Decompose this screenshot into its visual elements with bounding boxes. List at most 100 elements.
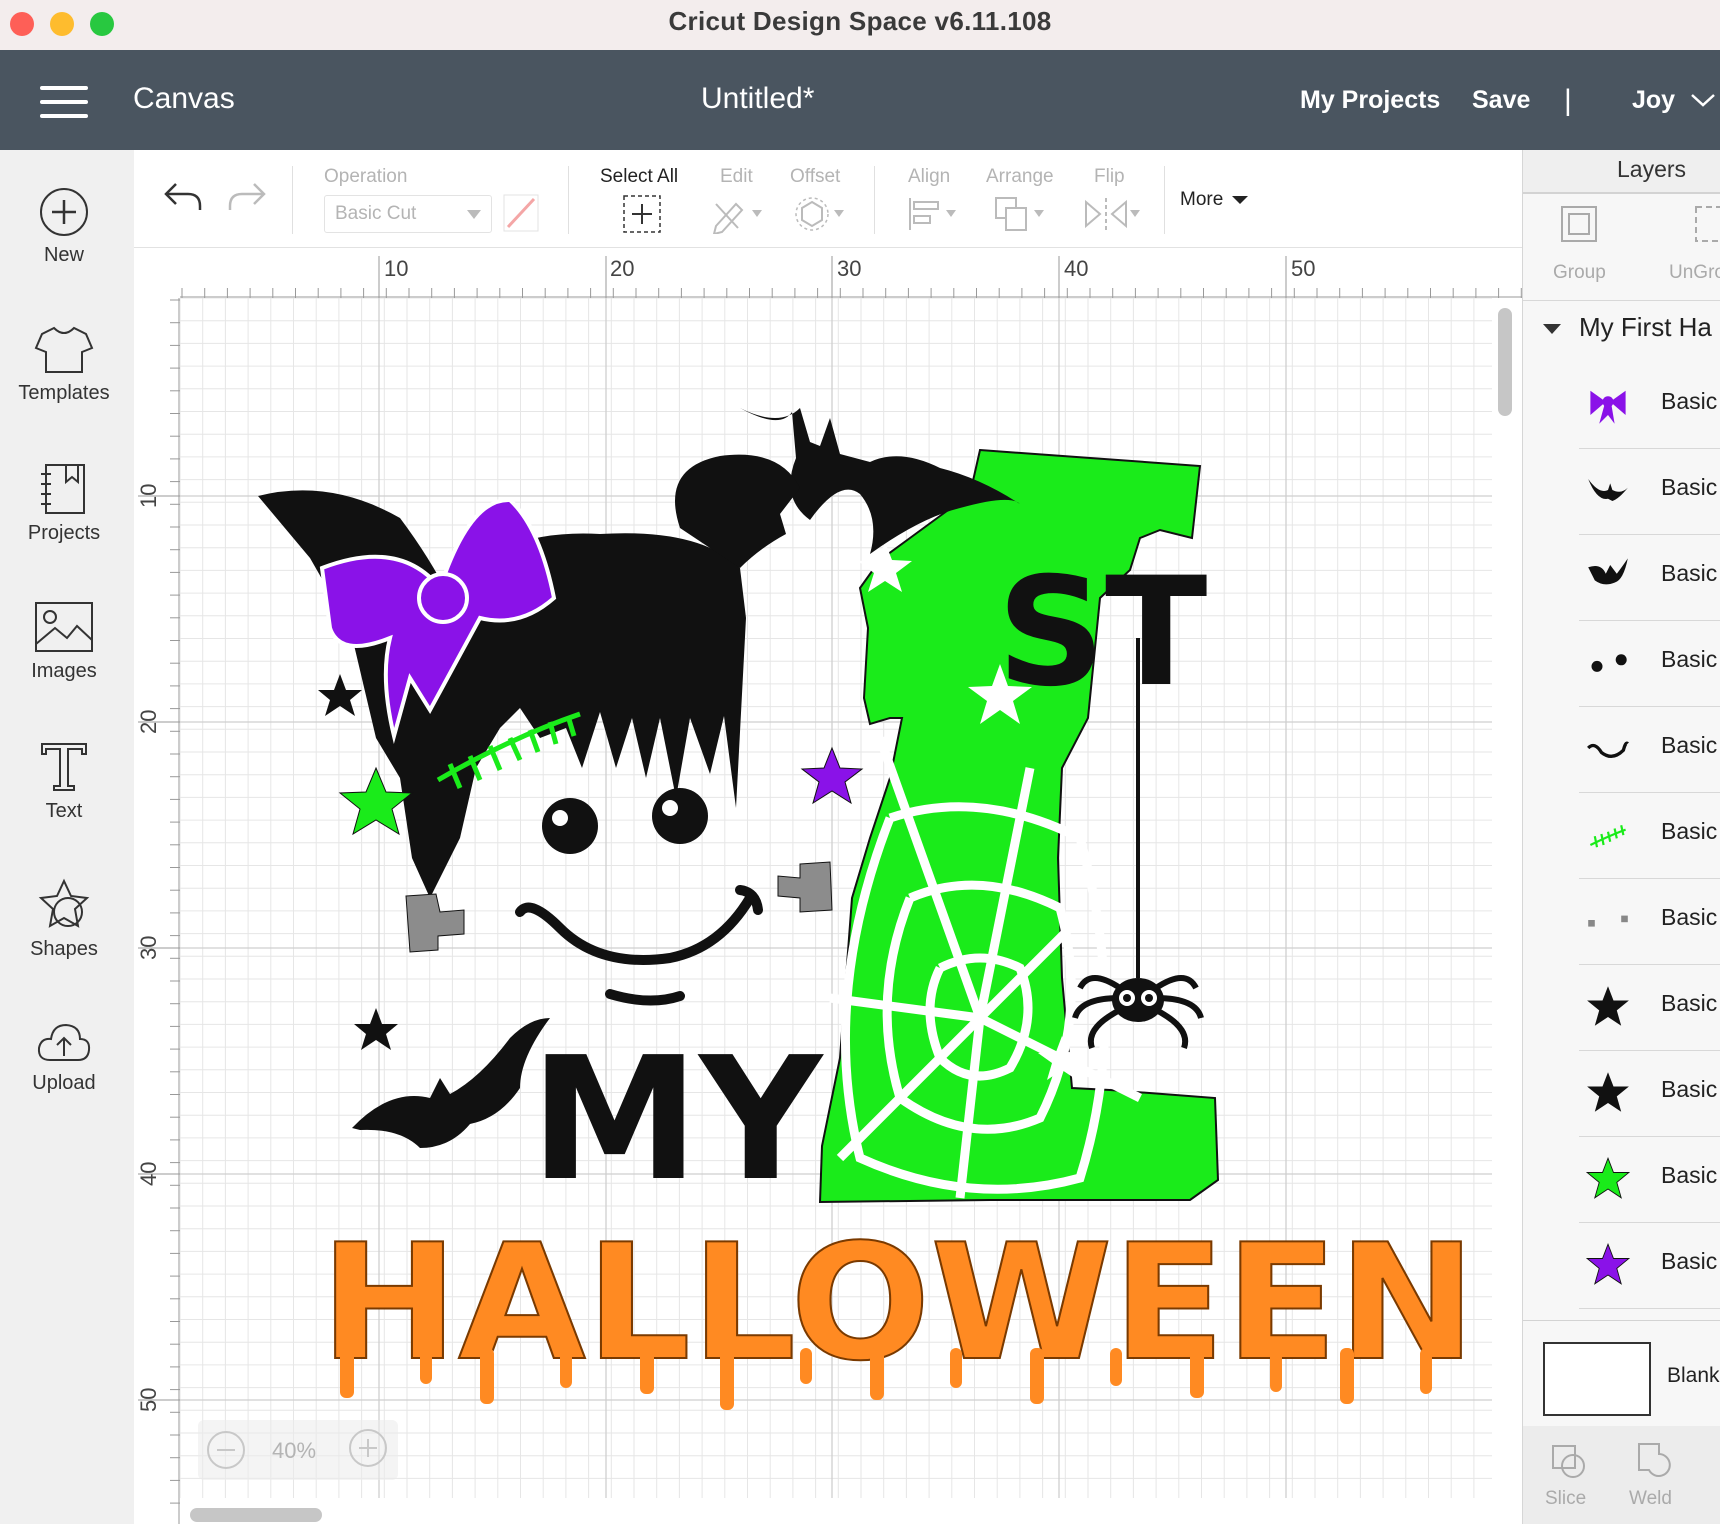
notebook-icon bbox=[41, 464, 85, 514]
sidebar-item-projects[interactable]: Projects bbox=[0, 462, 128, 545]
arrange-icon[interactable] bbox=[992, 194, 1048, 234]
layer-label: Basic bbox=[1661, 990, 1718, 1016]
layer-row[interactable]: Basic bbox=[1579, 1050, 1720, 1137]
document-title[interactable]: Untitled* bbox=[701, 82, 814, 116]
group-icon[interactable] bbox=[1559, 204, 1599, 244]
sidebar-item-new[interactable]: New bbox=[0, 186, 128, 267]
linetype-color-swatch[interactable] bbox=[502, 193, 540, 233]
layer-group-name[interactable]: My First Ha bbox=[1579, 312, 1712, 343]
layer-row[interactable]: Basic bbox=[1579, 1136, 1720, 1223]
user-menu-button[interactable]: Joy bbox=[1632, 86, 1675, 115]
eyes-icon bbox=[1591, 654, 1627, 672]
sidebar-label-new: New bbox=[43, 244, 84, 266]
window-titlebar: Cricut Design Space v6.11.108 bbox=[0, 0, 1720, 51]
bats-hair-icon bbox=[1588, 558, 1628, 585]
sidebar-item-templates[interactable]: Templates bbox=[0, 324, 128, 405]
undo-icon[interactable] bbox=[162, 178, 204, 214]
layer-row[interactable]: Basic bbox=[1579, 362, 1720, 449]
select-all-icon[interactable] bbox=[622, 194, 662, 234]
ungroup-button[interactable]: UnGro bbox=[1669, 262, 1720, 284]
sidebar-item-shapes[interactable]: Shapes bbox=[0, 878, 128, 961]
app-header: Canvas Untitled* My Projects Save | Joy bbox=[0, 50, 1720, 150]
align-icon[interactable] bbox=[906, 194, 962, 234]
layer-label: Basic bbox=[1661, 388, 1718, 414]
group-button[interactable]: Group bbox=[1553, 262, 1606, 284]
blank-canvas-swatch[interactable] bbox=[1543, 1342, 1651, 1416]
zoom-out-icon[interactable] bbox=[206, 1430, 246, 1470]
layer-label: Basic bbox=[1661, 646, 1718, 672]
layer-row[interactable]: Basic bbox=[1579, 534, 1720, 621]
ruler-label-40: 40 bbox=[1064, 256, 1089, 281]
bat-icon bbox=[1588, 479, 1628, 501]
chevron-down-icon[interactable] bbox=[1690, 92, 1716, 108]
edit-label: Edit bbox=[720, 166, 753, 187]
stitches-icon bbox=[1589, 824, 1626, 848]
redo-icon[interactable] bbox=[226, 178, 268, 214]
suffix-st-text[interactable]: ST bbox=[997, 546, 1207, 720]
word-halloween-text[interactable]: HALLOWEEN bbox=[319, 1208, 1477, 1410]
offset-label: Offset bbox=[790, 166, 841, 187]
star-black-1[interactable] bbox=[318, 674, 362, 716]
neck-bolts-shape[interactable] bbox=[405, 861, 833, 953]
canvas-grid-and-design[interactable]: ST MY HALLOWEEN bbox=[180, 298, 1492, 1498]
layer-row[interactable]: Basic bbox=[1579, 1222, 1720, 1309]
sidebar-item-text[interactable]: Text bbox=[0, 740, 128, 823]
plus-circle-icon bbox=[40, 188, 88, 236]
align-label: Align bbox=[908, 166, 951, 187]
eyes-shape[interactable] bbox=[542, 788, 708, 854]
sidebar-label-projects: Projects bbox=[27, 522, 101, 544]
operation-select[interactable]: Basic Cut bbox=[324, 195, 492, 233]
layer-row[interactable]: Basic bbox=[1579, 792, 1720, 879]
green-star-icon bbox=[1585, 1156, 1631, 1199]
more-menu-button[interactable]: More bbox=[1180, 189, 1223, 211]
canvas-vertical-scrollbar[interactable] bbox=[1498, 308, 1512, 416]
my-projects-button[interactable]: My Projects bbox=[1300, 86, 1440, 115]
header-divider: | bbox=[1564, 84, 1572, 117]
edit-pencil-icon[interactable] bbox=[710, 194, 766, 234]
ungroup-icon[interactable] bbox=[1693, 204, 1720, 244]
save-button[interactable]: Save bbox=[1472, 86, 1530, 115]
ruler-label-left-10: 10 bbox=[136, 483, 161, 508]
sidebar-item-upload[interactable]: Upload bbox=[0, 1020, 128, 1095]
hamburger-menu-icon[interactable] bbox=[30, 74, 96, 126]
layer-label: Basic bbox=[1661, 560, 1718, 586]
word-my-text[interactable]: MY bbox=[530, 1021, 824, 1219]
caret-down-icon bbox=[1232, 196, 1248, 204]
zoom-control: 40% bbox=[198, 1420, 398, 1480]
flip-icon[interactable] bbox=[1082, 194, 1142, 234]
layer-label: Basic bbox=[1661, 474, 1718, 500]
layer-row[interactable]: Basic bbox=[1579, 620, 1720, 707]
slice-button[interactable]: Slice bbox=[1545, 1488, 1586, 1510]
ruler-label-left-50: 50 bbox=[136, 1387, 161, 1412]
spider-shape[interactable] bbox=[1072, 975, 1204, 1049]
smile-shape[interactable] bbox=[515, 885, 763, 1006]
layer-row[interactable]: Basic bbox=[1579, 706, 1720, 793]
star-black-2[interactable] bbox=[354, 1008, 398, 1050]
offset-icon[interactable] bbox=[792, 194, 848, 234]
operation-value: Basic Cut bbox=[335, 203, 417, 224]
ruler-label-50: 50 bbox=[1291, 256, 1316, 281]
sidebar-label-images: Images bbox=[31, 660, 97, 682]
collapse-caret-icon[interactable] bbox=[1543, 324, 1561, 336]
ruler-label-left-40: 40 bbox=[136, 1161, 161, 1186]
slice-icon[interactable] bbox=[1549, 1440, 1589, 1480]
layer-label: Basic bbox=[1661, 904, 1718, 930]
layer-row[interactable]: Basic bbox=[1579, 878, 1720, 965]
edit-toolbar: Operation Basic Cut Select All Edit Offs… bbox=[134, 150, 1522, 248]
window-title: Cricut Design Space v6.11.108 bbox=[668, 6, 1052, 36]
design-canvas[interactable]: ST MY HALLOWEEN bbox=[180, 298, 1492, 1498]
canvas-horizontal-scrollbar[interactable] bbox=[190, 1508, 322, 1522]
layer-row[interactable]: Basic bbox=[1579, 964, 1720, 1051]
zoom-in-icon[interactable] bbox=[348, 1428, 388, 1468]
layer-row[interactable]: Basic bbox=[1579, 448, 1720, 535]
weld-icon[interactable] bbox=[1635, 1440, 1675, 1480]
sidebar-item-images[interactable]: Images bbox=[0, 600, 128, 683]
sidebar-label-upload: Upload bbox=[32, 1072, 96, 1094]
left-sidebar: New Templates Projects Images Text Shape… bbox=[0, 150, 135, 1524]
sidebar-label-text: Text bbox=[45, 800, 83, 822]
purple-star-icon bbox=[1585, 1242, 1631, 1285]
blank-canvas-label: Blank bbox=[1667, 1364, 1720, 1387]
weld-button[interactable]: Weld bbox=[1629, 1488, 1672, 1510]
layers-panel: Layers Group UnGro My First Ha Basic Basi… bbox=[1522, 150, 1720, 1524]
ruler-label-10: 10 bbox=[384, 256, 409, 281]
